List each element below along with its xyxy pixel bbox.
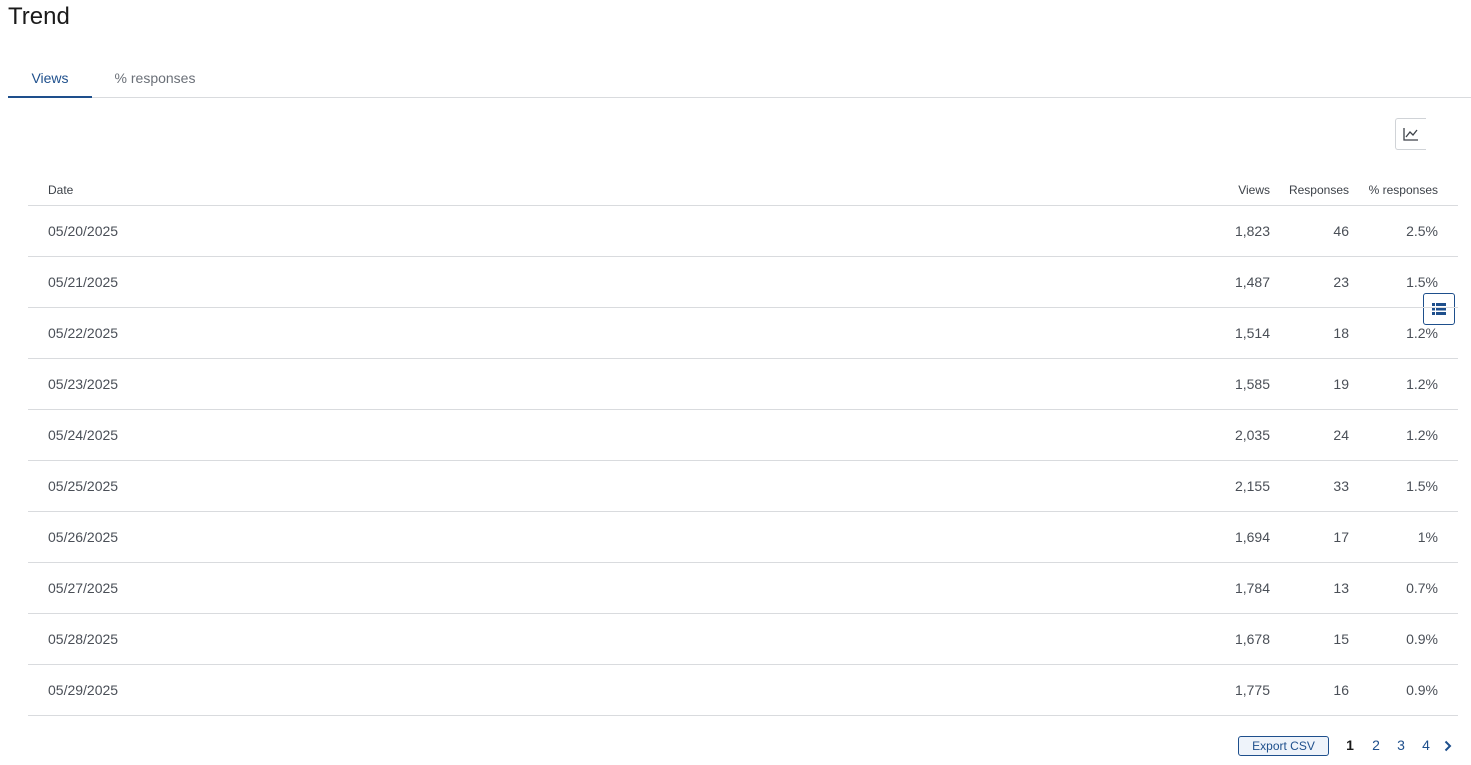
table-row: 05/20/2025 1,823 46 2.5% xyxy=(28,206,1458,257)
cell-date: 05/23/2025 xyxy=(48,376,119,392)
cell-views: 1,694 xyxy=(1234,529,1270,545)
cell-responses: 13 xyxy=(1333,580,1349,596)
cell-percent-responses: 1.2% xyxy=(1406,376,1438,392)
tab-views[interactable]: Views xyxy=(8,60,92,98)
cell-views: 1,775 xyxy=(1234,682,1270,698)
page-title: Trend xyxy=(8,3,70,30)
cell-percent-responses: 1.5% xyxy=(1406,274,1438,290)
cell-views: 2,155 xyxy=(1234,478,1270,494)
cell-date: 05/26/2025 xyxy=(48,529,119,545)
cell-responses: 15 xyxy=(1333,631,1349,647)
column-header-percent-responses[interactable]: % responses xyxy=(1369,183,1438,197)
cell-percent-responses: 1.2% xyxy=(1406,325,1438,341)
cell-date: 05/20/2025 xyxy=(48,223,119,239)
cell-date: 05/29/2025 xyxy=(48,682,119,698)
cell-percent-responses: 0.7% xyxy=(1406,580,1438,596)
table-row: 05/21/2025 1,487 23 1.5% xyxy=(28,257,1458,308)
tab-bar: Views % responses xyxy=(8,60,1471,98)
cell-percent-responses: 1.5% xyxy=(1406,478,1438,494)
view-toggle xyxy=(1395,118,1458,325)
page-1-link[interactable]: 1 xyxy=(1342,737,1358,753)
table-footer: Export CSV 1 2 3 4 xyxy=(0,735,1471,757)
page-3-link[interactable]: 3 xyxy=(1393,737,1409,753)
cell-responses: 33 xyxy=(1333,478,1349,494)
cell-views: 1,823 xyxy=(1234,223,1270,239)
page-2-link[interactable]: 2 xyxy=(1368,737,1384,753)
cell-date: 05/27/2025 xyxy=(48,580,119,596)
cell-date: 05/28/2025 xyxy=(48,631,119,647)
cell-percent-responses: 1% xyxy=(1417,529,1438,545)
column-header-date[interactable]: Date xyxy=(48,183,73,197)
table-row: 05/24/2025 2,035 24 1.2% xyxy=(28,410,1458,461)
table-row: 05/22/2025 1,514 18 1.2% xyxy=(28,308,1458,359)
column-header-responses[interactable]: Responses xyxy=(1289,183,1349,197)
chart-view-button[interactable] xyxy=(1395,118,1426,150)
cell-responses: 24 xyxy=(1333,427,1349,443)
cell-responses: 23 xyxy=(1333,274,1349,290)
table-row: 05/29/2025 1,775 16 0.9% xyxy=(28,665,1458,716)
table-row: 05/28/2025 1,678 15 0.9% xyxy=(28,614,1458,665)
cell-responses: 16 xyxy=(1333,682,1349,698)
cell-responses: 18 xyxy=(1333,325,1349,341)
cell-views: 1,678 xyxy=(1234,631,1270,647)
cell-date: 05/25/2025 xyxy=(48,478,119,494)
cell-responses: 46 xyxy=(1333,223,1349,239)
cell-percent-responses: 2.5% xyxy=(1406,223,1438,239)
cell-date: 05/21/2025 xyxy=(48,274,119,290)
cell-views: 1,514 xyxy=(1234,325,1270,341)
table-row: 05/26/2025 1,694 17 1% xyxy=(28,512,1458,563)
cell-date: 05/24/2025 xyxy=(48,427,119,443)
cell-percent-responses: 0.9% xyxy=(1406,631,1438,647)
trend-table: Date Views Responses % responses 05/20/2… xyxy=(28,175,1458,716)
table-header: Date Views Responses % responses xyxy=(28,175,1458,206)
cell-views: 1,784 xyxy=(1234,580,1270,596)
page-4-link[interactable]: 4 xyxy=(1418,737,1434,753)
cell-responses: 17 xyxy=(1333,529,1349,545)
cell-percent-responses: 0.9% xyxy=(1406,682,1438,698)
table-body: 05/20/2025 1,823 46 2.5% 05/21/2025 1,487 23 1.… xyxy=(28,206,1458,716)
table-row: 05/25/2025 2,155 33 1.5% xyxy=(28,461,1458,512)
table-row: 05/27/2025 1,784 13 0.7% xyxy=(28,563,1458,614)
trend-page: Trend Views % responses Date Views Respo… xyxy=(0,0,1471,765)
cell-responses: 19 xyxy=(1333,376,1349,392)
cell-views: 2,035 xyxy=(1234,427,1270,443)
table-row: 05/23/2025 1,585 19 1.2% xyxy=(28,359,1458,410)
cell-date: 05/22/2025 xyxy=(48,325,119,341)
line-chart-icon xyxy=(1403,128,1418,141)
chevron-right-icon[interactable] xyxy=(1441,739,1455,753)
cell-views: 1,585 xyxy=(1234,376,1270,392)
tab-percent-responses[interactable]: % responses xyxy=(112,60,198,97)
cell-views: 1,487 xyxy=(1234,274,1270,290)
export-csv-button[interactable]: Export CSV xyxy=(1238,736,1329,756)
column-header-views[interactable]: Views xyxy=(1238,183,1270,197)
cell-percent-responses: 1.2% xyxy=(1406,427,1438,443)
